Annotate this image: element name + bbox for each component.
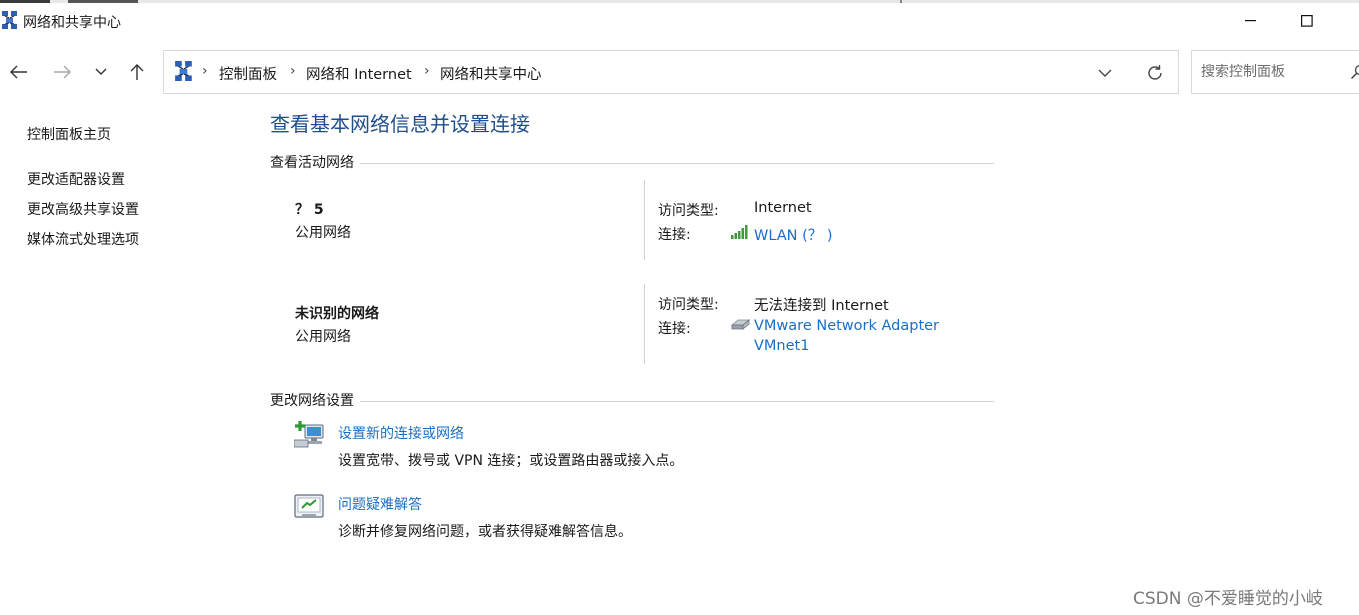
page-title: 查看基本网络信息并设置连接: [270, 112, 530, 136]
network-name: 未识别的网络: [295, 306, 379, 322]
network-type-link[interactable]: 公用网络: [295, 326, 351, 346]
setup-new-connection-description: 设置宽带、拨号或 VPN 连接；或设置路由器或接入点。: [338, 453, 684, 469]
recent-locations-button[interactable]: [87, 58, 115, 86]
breadcrumb-network-internet[interactable]: 网络和 Internet: [306, 63, 412, 84]
watermark: CSDN @不爱睡觉的小岐: [1133, 589, 1323, 609]
new-connection-icon: [293, 420, 326, 450]
refresh-button[interactable]: [1143, 62, 1167, 84]
divider: [270, 163, 994, 164]
up-button[interactable]: [123, 58, 151, 86]
breadcrumb-network-sharing-center[interactable]: 网络和共享中心: [440, 63, 542, 84]
ethernet-adapter-icon: [730, 319, 751, 331]
search-input[interactable]: [1201, 62, 1341, 82]
wifi-signal-icon: [731, 225, 749, 239]
window-title: 网络和共享中心: [23, 15, 121, 31]
up-arrow-icon: [130, 64, 144, 80]
access-type-value: Internet: [754, 200, 812, 216]
access-type-value: 无法连接到 Internet: [754, 298, 889, 314]
breadcrumb-control-panel[interactable]: 控制面板: [219, 63, 277, 84]
change-settings-header: 更改网络设置: [270, 390, 360, 410]
divider: [644, 284, 645, 364]
troubleshoot-link[interactable]: 问题疑难解答: [338, 494, 422, 514]
network-type-link[interactable]: 公用网络: [295, 222, 351, 242]
breadcrumb-separator: ›: [424, 63, 430, 79]
breadcrumb-separator: ›: [202, 63, 208, 79]
troubleshoot-description: 诊断并修复网络问题，或者获得疑难解答信息。: [338, 524, 632, 540]
minimize-icon: [1245, 20, 1256, 22]
control-panel-icon: [175, 61, 193, 81]
divider: [644, 180, 645, 260]
chevron-down-icon: [95, 68, 107, 75]
access-type-label: 访问类型:: [658, 297, 719, 313]
vmware-adapter-link-line2[interactable]: VMnet1: [754, 338, 809, 354]
wlan-connection-link[interactable]: WLAN (？ ): [754, 224, 833, 245]
sidebar-item-adapter-settings[interactable]: 更改适配器设置: [27, 169, 125, 189]
access-type-label: 访问类型:: [658, 203, 719, 219]
sidebar-item-media-streaming[interactable]: 媒体流式处理选项: [27, 229, 139, 249]
network-center-app-icon: [2, 11, 18, 29]
connection-label: 连接:: [658, 321, 691, 337]
minimize-button[interactable]: [1228, 8, 1274, 34]
maximize-icon: [1301, 15, 1313, 27]
forward-button[interactable]: [48, 58, 76, 86]
breadcrumb-separator: ›: [290, 63, 296, 79]
sidebar-item-control-panel-home[interactable]: 控制面板主页: [27, 124, 111, 144]
search-icon[interactable]: [1350, 64, 1359, 80]
network-name: ？ 5: [295, 202, 324, 218]
connection-label: 连接:: [658, 227, 691, 243]
address-history-button[interactable]: [1094, 63, 1116, 83]
setup-new-connection-link[interactable]: 设置新的连接或网络: [338, 423, 464, 443]
troubleshoot-icon: [294, 494, 324, 520]
back-arrow-icon: [10, 65, 27, 79]
sidebar-item-advanced-sharing[interactable]: 更改高级共享设置: [27, 199, 139, 219]
maximize-button[interactable]: [1284, 8, 1330, 34]
back-button[interactable]: [5, 58, 33, 86]
search-box[interactable]: [1191, 50, 1359, 94]
vmware-adapter-link[interactable]: VMware Network Adapter: [754, 318, 939, 334]
top-edge-strip: [0, 0, 1359, 3]
forward-arrow-icon: [54, 65, 71, 79]
chevron-down-icon: [1098, 69, 1112, 77]
refresh-icon: [1148, 65, 1162, 80]
active-networks-header: 查看活动网络: [270, 152, 360, 172]
address-bar[interactable]: › 控制面板 › 网络和 Internet › 网络和共享中心: [163, 50, 1179, 94]
divider: [270, 401, 994, 402]
